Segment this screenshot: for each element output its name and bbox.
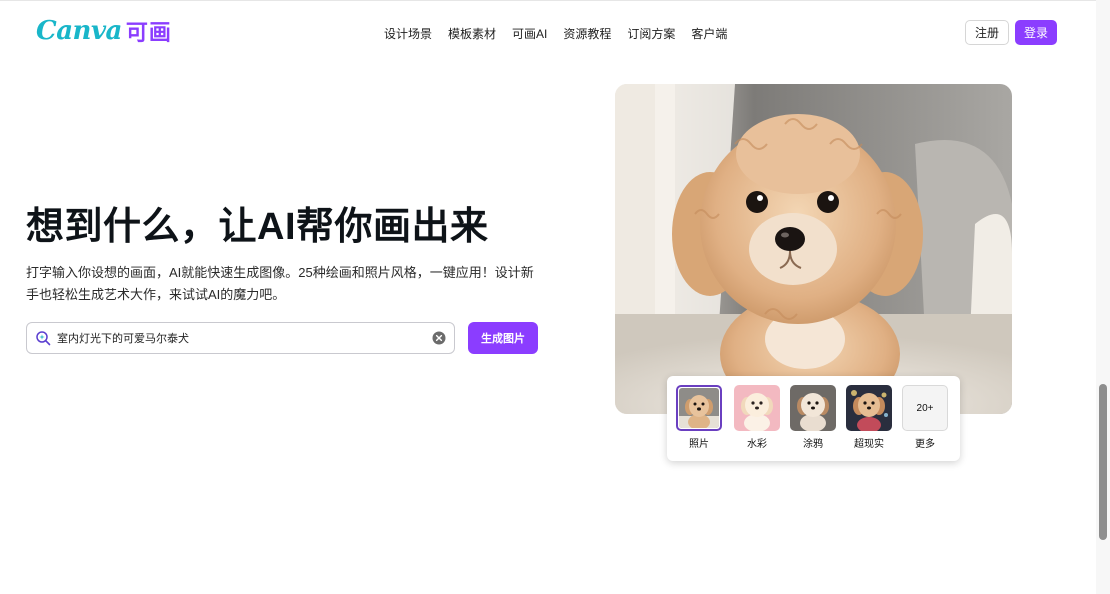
register-button[interactable]: 注册 (965, 20, 1009, 45)
logo-chinese: 可画 (125, 21, 172, 46)
more-styles-badge: 20+ (902, 385, 948, 431)
generate-image-button[interactable]: 生成图片 (468, 322, 538, 354)
ai-search-icon (36, 331, 51, 346)
canva-logo[interactable]: Canva 可画 (36, 14, 172, 48)
login-button[interactable]: 登录 (1015, 20, 1057, 45)
style-thumb-doodle (790, 385, 836, 431)
logo-wordmark: Canva (36, 16, 122, 46)
style-label-doodle: 涂鸦 (803, 439, 823, 450)
top-divider (0, 0, 1110, 1)
hero-description: 打字输入你设想的画面，AI就能快速生成图像。25种绘画和照片风格，一键应用！设计… (26, 265, 534, 302)
doodle-thumb-image (790, 385, 836, 431)
style-thumb-watercolor (734, 385, 780, 431)
style-label-more: 更多 (915, 439, 935, 450)
clear-icon[interactable] (432, 331, 446, 345)
nav-item-tutorials[interactable]: 资源教程 (563, 25, 611, 42)
dog-photo (615, 84, 1012, 414)
style-label-photo: 照片 (689, 439, 709, 450)
photo-thumb-image (679, 388, 719, 429)
watercolor-thumb-image (734, 385, 780, 431)
style-option-doodle[interactable]: 涂鸦 (790, 385, 836, 450)
surreal-thumb-image (846, 385, 892, 431)
nav-item-templates[interactable]: 模板素材 (448, 25, 496, 42)
style-thumb-surreal (846, 385, 892, 431)
style-option-watercolor[interactable]: 水彩 (734, 385, 780, 450)
style-option-surreal[interactable]: 超现实 (846, 385, 892, 450)
nav-item-canva-ai[interactable]: 可画AI (512, 25, 547, 42)
style-label-watercolor: 水彩 (747, 439, 767, 450)
hero-title: 想到什么，让AI帮你画出来 (26, 206, 489, 248)
nav-item-pricing[interactable]: 订阅方案 (627, 25, 675, 42)
prompt-search-box[interactable] (26, 322, 455, 354)
style-thumb-photo (676, 385, 722, 431)
style-label-surreal: 超现实 (854, 439, 884, 450)
prompt-input[interactable] (57, 323, 427, 353)
nav-item-client[interactable]: 客户端 (691, 25, 727, 42)
style-option-photo[interactable]: 照片 (676, 385, 722, 450)
style-picker: 照片 水彩 涂鸦 超现实 20+ 更多 (667, 376, 960, 461)
style-option-more[interactable]: 20+ 更多 (902, 385, 948, 450)
main-nav: 设计场景 模板素材 可画AI 资源教程 订阅方案 客户端 (384, 25, 727, 42)
generated-dog-image (615, 84, 1012, 414)
scrollbar-thumb[interactable] (1099, 384, 1107, 540)
nav-item-design-scenes[interactable]: 设计场景 (384, 25, 432, 42)
